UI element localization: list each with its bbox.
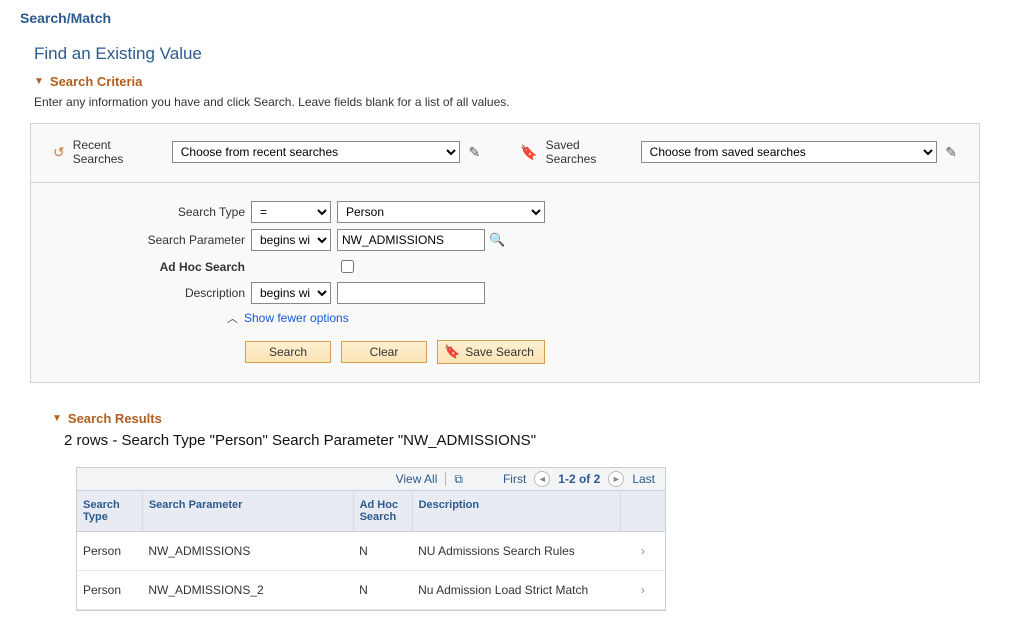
- col-header-adhoc[interactable]: Ad Hoc Search: [353, 491, 412, 532]
- search-type-label: Search Type: [51, 205, 251, 219]
- cell-adhoc: N: [353, 571, 412, 610]
- description-label: Description: [51, 286, 251, 300]
- cell-adhoc: N: [353, 532, 412, 571]
- chevron-up-icon: ︿: [227, 310, 238, 326]
- cell-description: Nu Admission Load Strict Match: [412, 571, 621, 610]
- row-range: 1-2 of 2: [558, 472, 600, 486]
- saved-searches-label: Saved Searches: [546, 138, 633, 166]
- cell-description: NU Admissions Search Rules: [412, 532, 621, 571]
- cell-search-parameter: NW_ADMISSIONS: [142, 532, 353, 571]
- description-input[interactable]: [337, 282, 485, 304]
- lookup-icon[interactable]: 🔍: [489, 232, 505, 248]
- results-summary: 2 rows - Search Type "Person" Search Par…: [64, 432, 990, 449]
- col-header-description[interactable]: Description: [412, 491, 621, 532]
- save-search-label: Save Search: [465, 345, 534, 359]
- search-results-label: Search Results: [68, 411, 162, 426]
- search-type-operator[interactable]: =: [251, 201, 331, 223]
- edit-saved-icon[interactable]: ✎: [945, 144, 957, 161]
- row-open-icon[interactable]: ›: [621, 532, 665, 571]
- history-icon: ↺: [53, 144, 65, 161]
- find-existing-value-header: Find an Existing Value: [34, 44, 990, 64]
- chevron-down-icon: ▼: [52, 413, 62, 424]
- cell-search-parameter: NW_ADMISSIONS_2: [142, 571, 353, 610]
- popout-icon[interactable]: ⧉: [454, 472, 463, 487]
- table-row[interactable]: Person NW_ADMISSIONS N NU Admissions Sea…: [77, 532, 665, 571]
- search-button[interactable]: Search: [245, 341, 331, 363]
- show-fewer-options-link[interactable]: ︿ Show fewer options: [227, 310, 959, 326]
- search-parameter-input[interactable]: [337, 229, 485, 251]
- recent-searches-select[interactable]: Choose from recent searches: [172, 141, 461, 163]
- saved-searches-select[interactable]: Choose from saved searches: [641, 141, 938, 163]
- page-title: Search/Match: [20, 10, 990, 26]
- row-open-icon[interactable]: ›: [621, 571, 665, 610]
- recent-searches-label: Recent Searches: [73, 138, 164, 166]
- instructions-text: Enter any information you have and click…: [34, 95, 990, 109]
- adhoc-checkbox[interactable]: [341, 260, 354, 273]
- save-search-button[interactable]: 🔖 Save Search: [437, 340, 545, 364]
- cell-search-type: Person: [77, 532, 142, 571]
- chevron-down-icon: ▼: [34, 76, 44, 87]
- adhoc-label: Ad Hoc Search: [51, 260, 251, 274]
- search-parameter-operator[interactable]: begins with: [251, 229, 331, 251]
- col-header-search-parameter[interactable]: Search Parameter: [142, 491, 353, 532]
- first-link[interactable]: First: [503, 472, 526, 486]
- cell-search-type: Person: [77, 571, 142, 610]
- clear-button[interactable]: Clear: [341, 341, 427, 363]
- search-parameter-label: Search Parameter: [51, 233, 251, 247]
- bookmark-icon: 🔖: [444, 344, 460, 360]
- results-grid: View All ⧉ First ◄ 1-2 of 2 ► Last Searc…: [76, 467, 666, 611]
- col-header-search-type[interactable]: Search Type: [77, 491, 142, 532]
- searches-row: ↺ Recent Searches Choose from recent sea…: [31, 124, 979, 183]
- edit-recent-icon[interactable]: ✎: [468, 144, 480, 161]
- search-criteria-label: Search Criteria: [50, 74, 143, 89]
- show-fewer-label: Show fewer options: [244, 311, 349, 325]
- search-results-toggle[interactable]: ▼ Search Results: [52, 411, 990, 426]
- search-criteria-box: ↺ Recent Searches Choose from recent sea…: [30, 123, 980, 383]
- fields-area: Search Type = Person Search Parameter be…: [31, 183, 979, 382]
- prev-button[interactable]: ◄: [534, 471, 550, 487]
- table-row[interactable]: Person NW_ADMISSIONS_2 N Nu Admission Lo…: [77, 571, 665, 610]
- search-criteria-toggle[interactable]: ▼ Search Criteria: [34, 74, 990, 89]
- bookmark-icon: 🔖: [520, 144, 537, 161]
- col-header-go: [621, 491, 665, 532]
- description-operator[interactable]: begins with: [251, 282, 331, 304]
- search-type-value[interactable]: Person: [337, 201, 545, 223]
- view-all-link[interactable]: View All: [396, 472, 438, 486]
- grid-toolbar: View All ⧉ First ◄ 1-2 of 2 ► Last: [77, 467, 665, 491]
- next-button[interactable]: ►: [608, 471, 624, 487]
- last-link[interactable]: Last: [632, 472, 655, 486]
